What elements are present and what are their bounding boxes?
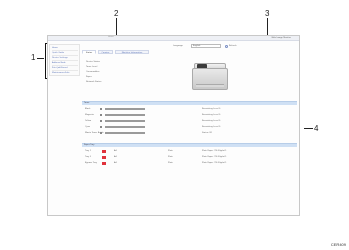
callout-1-line [37, 58, 44, 59]
toner-level-icon [100, 126, 102, 128]
refresh-label[interactable]: Refresh [229, 45, 237, 47]
tray-status: Plain Paper (75-90g/m2) [202, 162, 227, 164]
callout-4: 4 [314, 124, 319, 133]
tray-type: Plain [168, 156, 173, 158]
tray-status: Plain Paper (75-90g/m2) [202, 150, 227, 152]
status-item: Toner Level [86, 66, 98, 68]
toner-level-icon [100, 108, 102, 110]
sidebar-menu: Home Quick Guide Device Settings Address… [49, 44, 80, 76]
tray-indicator [102, 156, 106, 159]
paper-tray-section: Paper Tray Tray 1 A4 Plain Plain Paper (… [82, 143, 297, 173]
toner-bar [105, 120, 145, 122]
tray-size: A4 [114, 156, 117, 158]
toner-status: Remaining Level 5 [202, 114, 221, 116]
tray-row-label: Bypass Tray [85, 162, 97, 164]
top-bar: Home Web Image Monitor [48, 36, 299, 41]
refresh-icon[interactable] [225, 44, 228, 48]
toner-status: Remaining Level 5 [202, 126, 221, 128]
callout-1: 1 [31, 53, 36, 62]
paper-tray-header: Paper Tray [82, 143, 297, 147]
tab-status[interactable]: Status [82, 50, 96, 54]
status-item: Paper [86, 76, 92, 78]
tray-type: Plain [168, 150, 173, 152]
status-item: Consumables [86, 71, 100, 73]
tray-indicator [102, 162, 106, 165]
figure-code: CER409 [330, 242, 346, 247]
sidebar-item-maintenance[interactable]: Maintenance/Info [52, 71, 79, 75]
status-item: Device Status [86, 61, 100, 63]
tray-type: Plain [168, 162, 173, 164]
toner-status: Remaining Level 5 [202, 120, 221, 122]
language-label: Language [173, 45, 183, 47]
header-link[interactable]: Web Image Monitor [272, 37, 292, 39]
toner-bar [105, 114, 145, 116]
toner-bar [105, 132, 145, 134]
toner-bar [105, 126, 145, 128]
toner-level-icon [100, 132, 102, 134]
toner-bar [105, 108, 145, 110]
breadcrumb: Home [108, 36, 114, 38]
toner-status: Remaining Level 5 [202, 108, 221, 110]
toner-header: Toner [82, 101, 297, 105]
toner-row-label: Black [85, 108, 91, 110]
printer-tray [196, 84, 224, 87]
toner-row-label: Cyan [85, 126, 91, 128]
toner-row-label: Magenta [85, 114, 94, 116]
tab-bar: Status Counter Machine Information [82, 48, 155, 57]
tray-status: Plain Paper (75-90g/m2) [202, 156, 227, 158]
toner-level-icon [100, 114, 102, 116]
tray-row-label: Tray 2 [85, 156, 92, 158]
tray-row-label: Tray 1 [85, 150, 92, 152]
tray-size: A4 [114, 150, 117, 152]
callout-2: 2 [114, 9, 119, 18]
toner-section: Toner Black Remaining Level 5 Magenta Re… [82, 101, 297, 143]
callout-4-line [304, 128, 313, 129]
printer-image [188, 56, 233, 96]
toner-row-label: Yellow [85, 120, 92, 122]
web-image-monitor-screen: Home Web Image Monitor Home Quick Guide … [47, 35, 300, 216]
tab-machine-information[interactable]: Machine Information [115, 50, 149, 54]
tray-size: A4 [114, 162, 117, 164]
toner-level-icon [100, 120, 102, 122]
toner-status: Status OK [202, 132, 212, 134]
tray-indicator [102, 150, 106, 153]
language-select[interactable]: English [191, 44, 221, 48]
status-item: Network Status [86, 81, 102, 83]
callout-3: 3 [265, 9, 270, 18]
tab-counter[interactable]: Counter [98, 50, 113, 54]
